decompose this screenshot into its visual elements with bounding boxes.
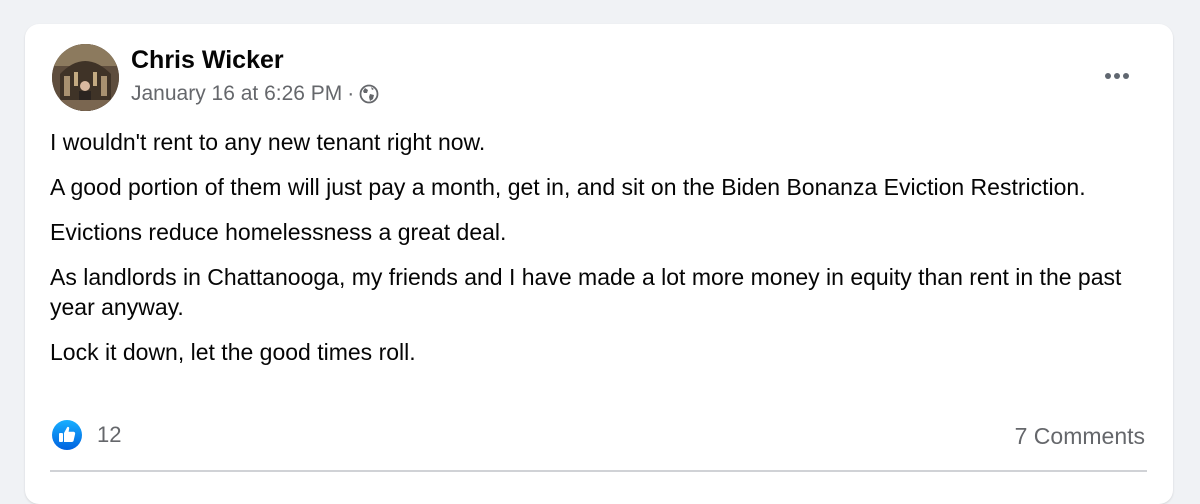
more-horizontal-icon-dot [1114, 73, 1120, 79]
post-paragraph: As landlords in Chattanooga, my friends … [50, 264, 1122, 320]
author-avatar[interactable] [52, 44, 119, 111]
post-timestamp[interactable]: January 16 at 6:26 PM [131, 82, 342, 106]
meta-separator: · [347, 82, 355, 105]
post-text: I wouldn't rent to any new tenant right … [50, 127, 1140, 382]
post-card: Chris Wicker January 16 at 6:26 PM · I w… [25, 24, 1173, 504]
post-paragraph: Lock it down, let the good times roll. [50, 339, 416, 365]
author-name[interactable]: Chris Wicker [131, 46, 284, 75]
comments-count-link[interactable]: 7 Comments [1015, 423, 1145, 450]
like-count: 12 [97, 422, 122, 447]
globe-icon[interactable] [359, 84, 379, 104]
like-icon [52, 420, 82, 450]
avatar-image [52, 44, 119, 111]
divider [50, 470, 1147, 472]
post-paragraph: Evictions reduce homelessness a great de… [50, 219, 507, 245]
more-horizontal-icon [1105, 73, 1111, 79]
post-paragraph: I wouldn't rent to any new tenant right … [50, 129, 486, 155]
more-horizontal-icon-dot [1123, 73, 1129, 79]
reactions-summary[interactable]: 12 [52, 420, 121, 450]
post-meta: January 16 at 6:26 PM · [131, 82, 379, 106]
post-paragraph: A good portion of them will just pay a m… [50, 174, 1086, 200]
more-options-button[interactable] [1099, 64, 1135, 88]
